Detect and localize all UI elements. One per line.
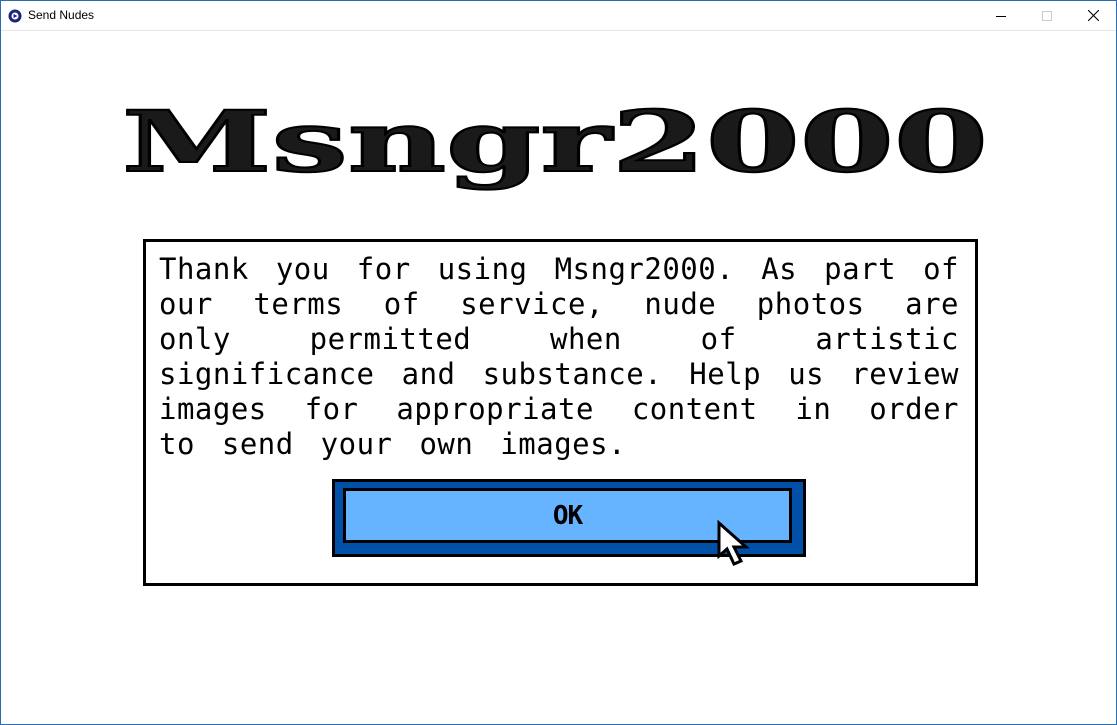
- title-bar[interactable]: Send Nudes: [1, 1, 1116, 31]
- close-button[interactable]: [1070, 1, 1116, 30]
- minimize-icon: [996, 15, 1006, 17]
- close-icon: [1087, 10, 1099, 21]
- messenger-app-icon: [8, 9, 22, 23]
- minimize-button[interactable]: [978, 1, 1024, 30]
- logo-text: Msngr2000: [122, 99, 988, 191]
- maximize-icon: [1042, 10, 1052, 21]
- arrow-pointer-icon: [717, 520, 750, 566]
- window-title: Send Nudes: [28, 8, 95, 22]
- maximize-button[interactable]: [1024, 1, 1070, 30]
- ok-button-label: OK: [552, 500, 583, 531]
- app-window: Send Nudes Msngr2000 Thank you for using…: [0, 0, 1117, 725]
- terms-dialog: Thank you for using Msngr2000. As part o…: [143, 239, 978, 586]
- terms-message: Thank you for using Msngr2000. As part o…: [159, 252, 959, 461]
- msngr2000-logo: Msngr2000: [121, 99, 989, 191]
